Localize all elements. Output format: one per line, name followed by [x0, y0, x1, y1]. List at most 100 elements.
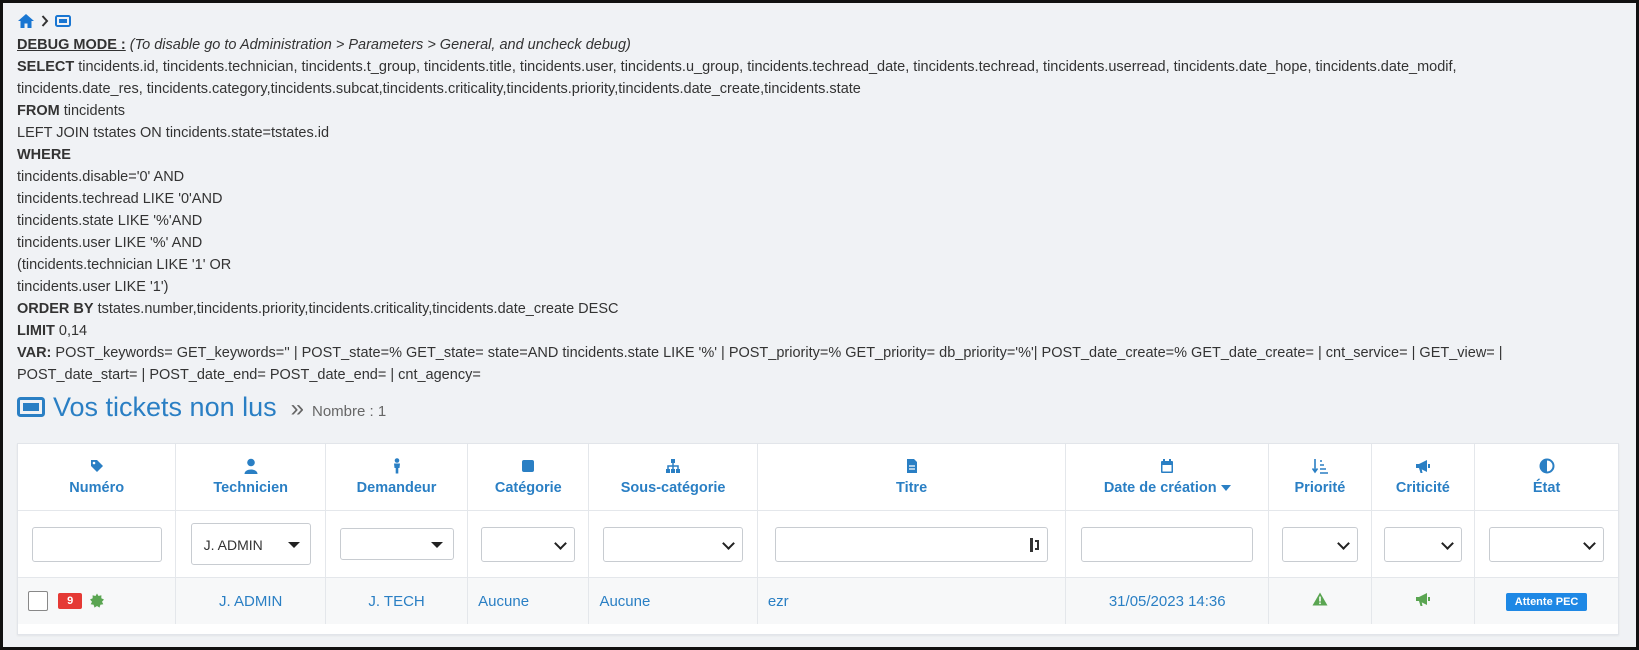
square-icon: [522, 460, 535, 472]
chevron-down-icon: [722, 536, 735, 550]
sql-where-line: tincidents.disable='0' AND: [17, 169, 185, 185]
sql-limit-keyword: LIMIT: [17, 323, 55, 339]
technicien-filter-select[interactable]: J. ADMIN: [190, 523, 311, 565]
home-icon[interactable]: [17, 13, 35, 29]
table-row[interactable]: 9 J. ADMIN J. TECH Aucune Aucune ezr 31/…: [18, 577, 1618, 624]
calendar-icon: [1161, 459, 1174, 473]
sql-where-line: (tincidents.technician LIKE '1' OR: [17, 257, 232, 273]
sql-where-keyword: WHERE: [17, 147, 71, 163]
souscategorie-filter-select[interactable]: [603, 526, 744, 562]
file-icon: [906, 459, 917, 473]
row-technicien[interactable]: J. ADMIN: [175, 577, 326, 624]
sort-amount-icon: [1311, 459, 1328, 474]
page-title: Vos tickets non lus: [53, 392, 277, 422]
column-header-technicien[interactable]: Technicien: [175, 444, 326, 511]
sql-select-fields-cont: tincidents.date_res, tincidents.category…: [17, 81, 861, 97]
debug-title: DEBUG MODE :: [17, 37, 126, 53]
dropdown-arrow-icon: [287, 542, 300, 548]
demandeur-filter-select[interactable]: [339, 528, 454, 560]
criticite-filter-select[interactable]: [1383, 526, 1462, 562]
sql-select-fields: tincidents.id, tincidents.technician, ti…: [78, 59, 1457, 75]
new-ticket-icon: [90, 593, 105, 608]
breadcrumb: [17, 11, 1622, 31]
ticket-icon[interactable]: [55, 15, 71, 27]
column-label: Numéro: [69, 480, 125, 496]
column-label: Catégorie: [494, 480, 562, 496]
tickets-table-panel: Numéro Technicien Demandeur Catégorie So…: [17, 443, 1619, 635]
var-keyword: VAR:: [17, 345, 52, 361]
column-header-souscategorie[interactable]: Sous-catégorie: [588, 444, 758, 511]
column-header-priorite[interactable]: Priorité: [1268, 444, 1372, 511]
categorie-filter-select[interactable]: [481, 526, 576, 562]
column-header-titre[interactable]: Titre: [757, 444, 1067, 511]
sql-join: LEFT JOIN tstates ON tincidents.state=ts…: [17, 125, 330, 141]
sql-where-line: tincidents.user LIKE '1'): [17, 279, 169, 295]
sitemap-icon: [666, 459, 681, 473]
titre-filter-input[interactable]: [775, 526, 1049, 562]
row-priorite[interactable]: [1268, 577, 1372, 624]
priorite-filter-select[interactable]: [1281, 526, 1358, 562]
etat-filter-select[interactable]: [1489, 526, 1605, 562]
sql-where-line: tincidents.techread LIKE '0'AND: [17, 191, 223, 207]
debug-note: (To disable go to Administration > Param…: [129, 37, 631, 53]
column-label: État: [1532, 480, 1561, 496]
chevron-down-icon: [554, 536, 568, 550]
ticket-number-badge[interactable]: 9: [58, 593, 83, 609]
page-heading: Vos tickets non lus » Nombre : 1: [17, 392, 1622, 426]
column-label: Criticité: [1395, 480, 1450, 496]
column-header-criticite[interactable]: Criticité: [1371, 444, 1476, 511]
password-manager-icon[interactable]: [1029, 537, 1041, 553]
sort-desc-icon[interactable]: [1220, 485, 1231, 492]
tickets-table: Numéro Technicien Demandeur Catégorie So…: [18, 444, 1618, 624]
var-values: POST_keywords= GET_keywords='' | POST_st…: [55, 345, 1503, 361]
ticket-count: Nombre : 1: [311, 403, 387, 420]
column-header-numero[interactable]: Numéro: [18, 444, 177, 511]
column-label: Titre: [895, 480, 928, 496]
column-label: Demandeur: [356, 480, 437, 496]
datecreation-filter-input[interactable]: [1081, 526, 1254, 562]
row-souscategorie[interactable]: Aucune: [588, 577, 758, 624]
dropdown-arrow-icon: [430, 542, 443, 548]
column-header-etat[interactable]: État: [1474, 444, 1618, 511]
column-header-datecreation[interactable]: Date de création: [1065, 444, 1270, 511]
chevron-down-icon: [1441, 536, 1454, 550]
sql-select-keyword: SELECT: [17, 59, 75, 75]
var-values-cont: POST_date_start= | POST_date_end= POST_d…: [17, 367, 481, 383]
sql-limit-value: 0,14: [58, 323, 88, 339]
row-datecreation[interactable]: 31/05/2023 14:36: [1065, 577, 1270, 624]
numero-filter-input[interactable]: [31, 526, 162, 562]
sql-where-line: tincidents.user LIKE '%' AND: [17, 235, 203, 251]
column-label: Sous-catégorie: [620, 480, 726, 496]
debug-output: DEBUG MODE : (To disable go to Administr…: [17, 34, 1622, 386]
chevron-right-icon: [41, 15, 49, 27]
sql-from-table: tincidents: [63, 103, 125, 119]
bullhorn-icon: [1415, 593, 1430, 606]
technicien-filter-value: J. ADMIN: [203, 537, 263, 553]
double-chevron-icon: »: [290, 395, 304, 422]
row-checkbox[interactable]: [28, 591, 48, 611]
chevron-down-icon: [1583, 536, 1596, 550]
adjust-icon: [1539, 458, 1555, 474]
sql-from-keyword: FROM: [17, 103, 60, 119]
warning-icon: [1312, 592, 1328, 606]
tag-icon: [90, 460, 103, 472]
row-etat[interactable]: Attente PEC: [1474, 577, 1618, 624]
state-badge[interactable]: Attente PEC: [1505, 592, 1588, 611]
sql-orderby-fields: tstates.number,tincidents.priority,tinci…: [97, 301, 619, 317]
column-label: Technicien: [213, 480, 288, 496]
row-demandeur[interactable]: J. TECH: [325, 577, 469, 624]
column-header-categorie[interactable]: Catégorie: [467, 444, 590, 511]
bullhorn-icon: [1415, 460, 1430, 473]
column-header-demandeur[interactable]: Demandeur: [325, 444, 469, 511]
person-icon: [393, 458, 400, 474]
column-label: Date de création: [1103, 480, 1217, 496]
user-icon: [244, 458, 258, 474]
chevron-down-icon: [1337, 536, 1350, 550]
row-titre[interactable]: ezr: [757, 577, 1067, 624]
column-label: Priorité: [1294, 480, 1346, 496]
sql-where-line: tincidents.state LIKE '%'AND: [17, 213, 203, 229]
row-categorie[interactable]: Aucune: [467, 577, 590, 624]
ticket-icon: [17, 397, 45, 421]
row-criticite[interactable]: [1371, 577, 1476, 624]
sql-orderby-keyword: ORDER BY: [17, 301, 94, 317]
